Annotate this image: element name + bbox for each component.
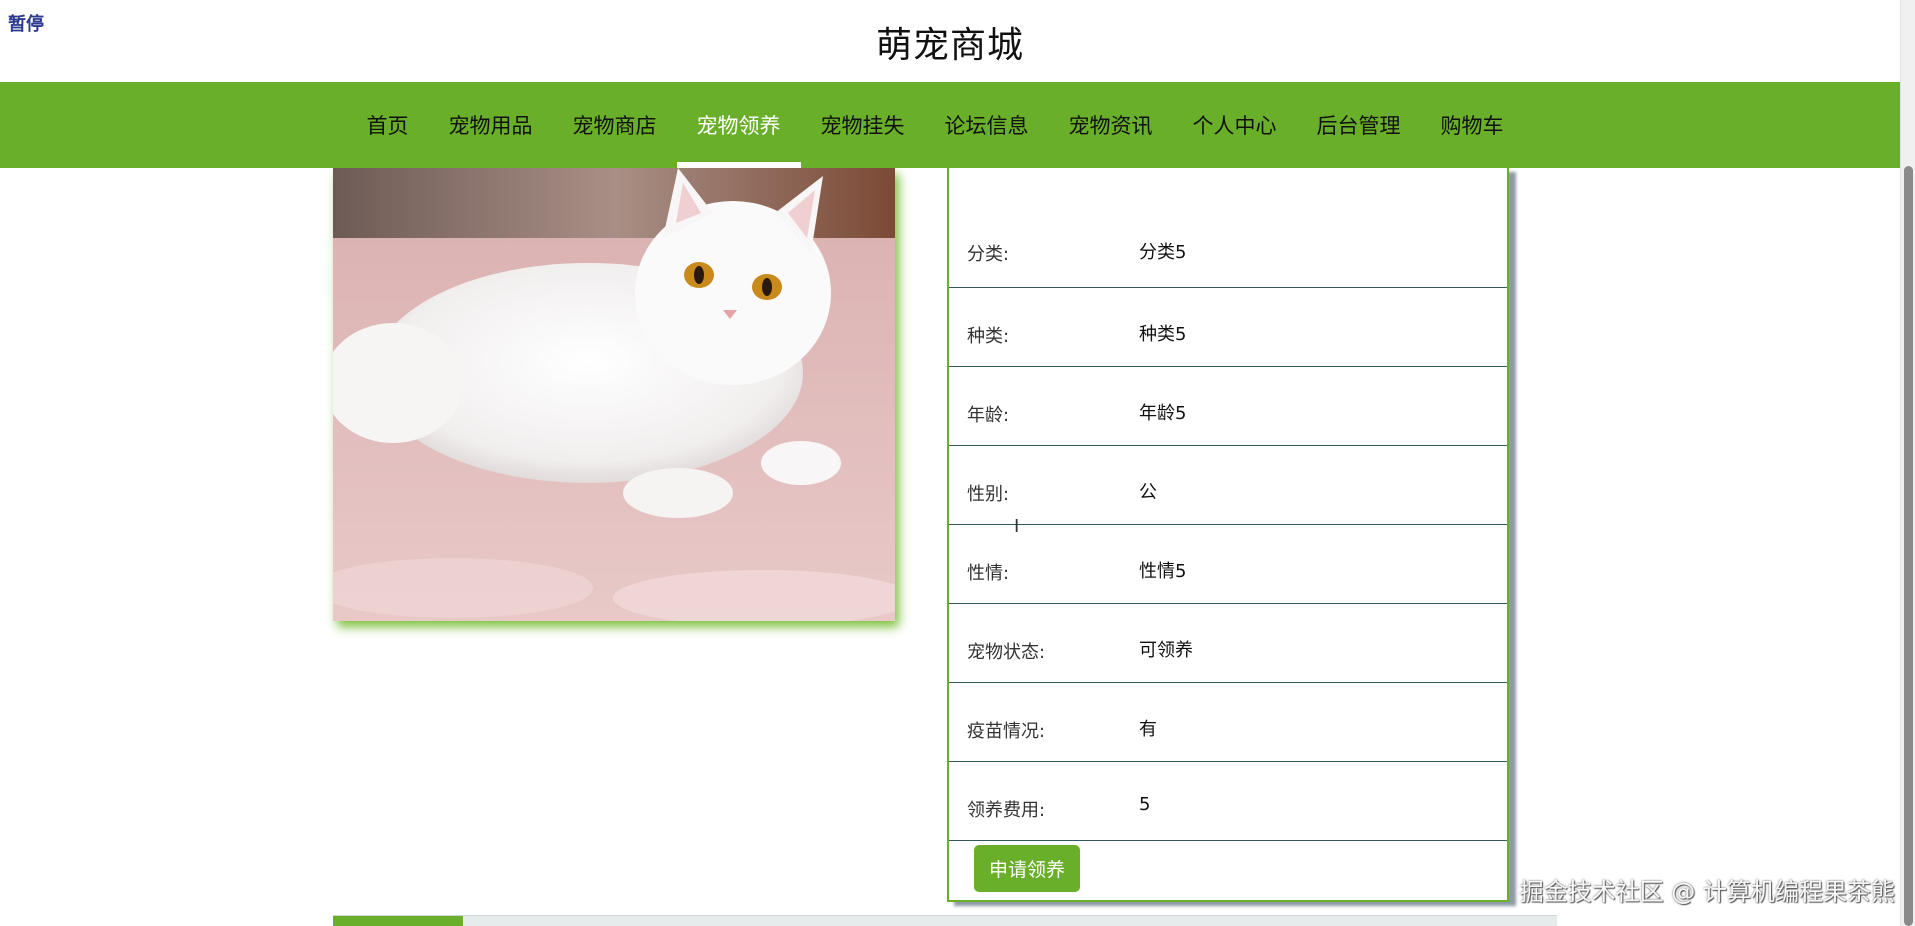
nav-item-home[interactable]: 首页 <box>347 82 429 168</box>
nav-item-personal-center[interactable]: 个人中心 <box>1173 82 1297 168</box>
nav-item-pet-adoption[interactable]: 宠物领养 <box>676 82 801 168</box>
main-nav: 首页 宠物用品 宠物商店 宠物领养 宠物挂失 论坛信息 宠物资讯 个人中心 后台… <box>0 82 1900 168</box>
info-label: 种类: <box>967 326 1010 347</box>
info-label: 宠物状态: <box>967 642 1046 663</box>
info-label: 分类: <box>967 244 1010 265</box>
nav-item-admin[interactable]: 后台管理 <box>1297 82 1421 168</box>
nav-item-pet-supplies[interactable]: 宠物用品 <box>429 82 553 168</box>
nav-item-pet-shop[interactable]: 宠物商店 <box>553 82 677 168</box>
pet-detail-card: 宠物名称5 分类: 分类5 种类: 种类5 年龄: 年龄5 性别: 公 性情: … <box>947 152 1509 902</box>
apply-adoption-button[interactable]: 申请领养 <box>974 845 1080 892</box>
vertical-scrollbar[interactable] <box>1900 0 1915 926</box>
info-value: 有 <box>1139 719 1157 740</box>
info-value: 可领养 <box>1139 640 1193 661</box>
info-row-breed: 种类: 种类5 <box>949 288 1507 367</box>
nav-item-cart[interactable]: 购物车 <box>1421 82 1524 168</box>
white-cat-image <box>333 168 895 621</box>
nav-item-forum[interactable]: 论坛信息 <box>925 82 1049 168</box>
info-label: 年龄: <box>967 405 1010 426</box>
nav-item-lost-pets[interactable]: 宠物挂失 <box>801 82 925 168</box>
info-row-age: 年龄: 年龄5 <box>949 367 1507 446</box>
scroll-thumb[interactable] <box>1904 166 1913 926</box>
bottom-tab-bar <box>333 915 1557 926</box>
info-row-fee: 领养费用: 5 <box>949 762 1507 841</box>
site-header: 暂停 萌宠商城 <box>0 0 1900 82</box>
site-title: 萌宠商城 <box>875 25 1024 66</box>
info-label: 领养费用: <box>967 800 1046 821</box>
info-row-gender: 性别: 公 <box>949 446 1507 525</box>
info-label: 性别: <box>967 484 1010 505</box>
pet-photo <box>333 168 895 621</box>
info-label: 性情: <box>967 563 1010 584</box>
info-value: 分类5 <box>1139 242 1187 263</box>
bottom-tab-active[interactable] <box>333 916 463 926</box>
info-value: 5 <box>1139 794 1151 815</box>
nav-item-pet-news[interactable]: 宠物资讯 <box>1049 82 1173 168</box>
text-cursor-icon: I <box>1014 516 1020 537</box>
watermark-text: 掘金技术社区 @ 计算机编程果茶熊 <box>1519 878 1895 906</box>
info-row-temperament: 性情: 性情5 <box>949 525 1507 604</box>
info-row-status: 宠物状态: 可领养 <box>949 604 1507 683</box>
info-value: 公 <box>1139 482 1157 503</box>
info-row-category: 分类: 分类5 <box>949 168 1507 288</box>
info-value: 性情5 <box>1139 561 1187 582</box>
info-label: 疫苗情况: <box>967 721 1046 742</box>
info-value: 种类5 <box>1139 324 1187 345</box>
info-value: 年龄5 <box>1139 403 1187 424</box>
info-row-vaccine: 疫苗情况: 有 <box>949 683 1507 762</box>
page: 暂停 萌宠商城 首页 宠物用品 宠物商店 宠物领养 宠物挂失 论坛信息 宠物资讯… <box>0 0 1915 926</box>
